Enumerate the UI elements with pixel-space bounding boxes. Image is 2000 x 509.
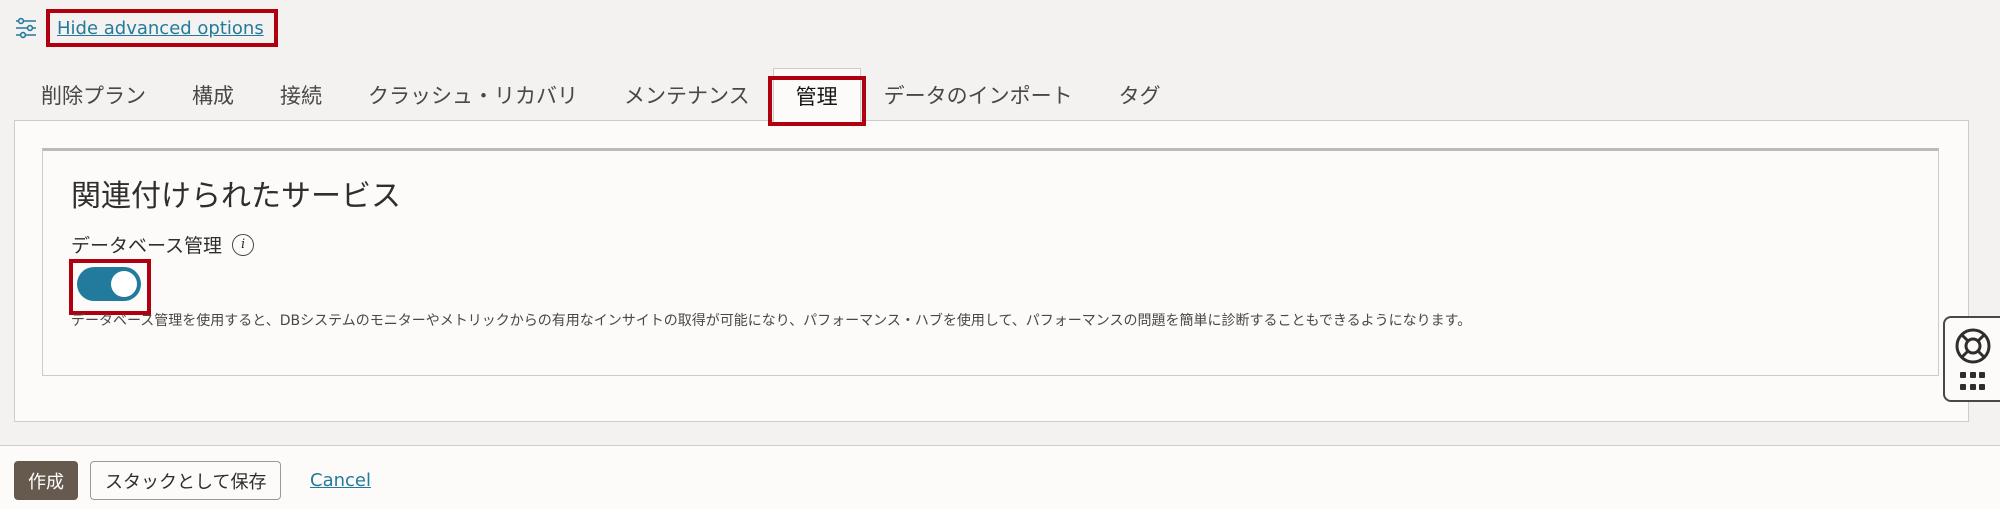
- tab-management[interactable]: 管理: [767, 68, 866, 126]
- create-button[interactable]: 作成: [14, 461, 78, 500]
- advanced-options-highlight: Hide advanced options: [46, 9, 278, 47]
- tab-deletion-plan[interactable]: 削除プラン: [18, 68, 169, 122]
- database-management-help-text: データベース管理を使用すると、DBシステムのモニターやメトリックからの有用なイン…: [71, 313, 1472, 329]
- help-widget: [1943, 316, 2000, 402]
- page: Hide advanced options 削除プラン 構成 接続 クラッシュ・…: [0, 0, 2000, 509]
- section-title: 関連付けられたサービス: [71, 179, 401, 214]
- hide-advanced-options-link[interactable]: Hide advanced options: [57, 18, 264, 39]
- info-icon[interactable]: i: [232, 233, 255, 256]
- tab-tags[interactable]: タグ: [1096, 68, 1184, 122]
- footer-bar: 作成 スタックとして保存 Cancel: [0, 446, 2000, 509]
- tab-maintenance[interactable]: メンテナンス: [601, 68, 773, 122]
- database-management-label: データベース管理: [71, 235, 223, 257]
- tab-management-label: 管理: [795, 84, 838, 109]
- associated-services-card: 関連付けられたサービス データベース管理 i データベース管理を使用すると、DB…: [42, 148, 1939, 376]
- tab-configuration[interactable]: 構成: [169, 68, 257, 122]
- tab-connection[interactable]: 接続: [257, 68, 345, 122]
- advanced-options-row: Hide advanced options: [12, 8, 278, 48]
- tab-crash-recovery[interactable]: クラッシュ・リカバリ: [345, 68, 601, 122]
- app-grid-icon[interactable]: [1960, 372, 1986, 392]
- database-management-toggle[interactable]: [77, 267, 141, 301]
- tab-data-import[interactable]: データのインポート: [861, 68, 1096, 122]
- sliders-icon[interactable]: [12, 14, 40, 42]
- tab-panel: 関連付けられたサービス データベース管理 i データベース管理を使用すると、DB…: [14, 120, 1969, 422]
- toggle-knob: [111, 271, 137, 297]
- save-as-stack-button[interactable]: スタックとして保存: [90, 461, 282, 500]
- lifebuoy-icon[interactable]: [1953, 326, 1993, 366]
- tab-bar: 削除プラン 構成 接続 クラッシュ・リカバリ メンテナンス 管理 データのインポ…: [18, 68, 1184, 126]
- cancel-link[interactable]: Cancel: [310, 461, 371, 500]
- database-management-label-row: データベース管理 i: [71, 231, 255, 258]
